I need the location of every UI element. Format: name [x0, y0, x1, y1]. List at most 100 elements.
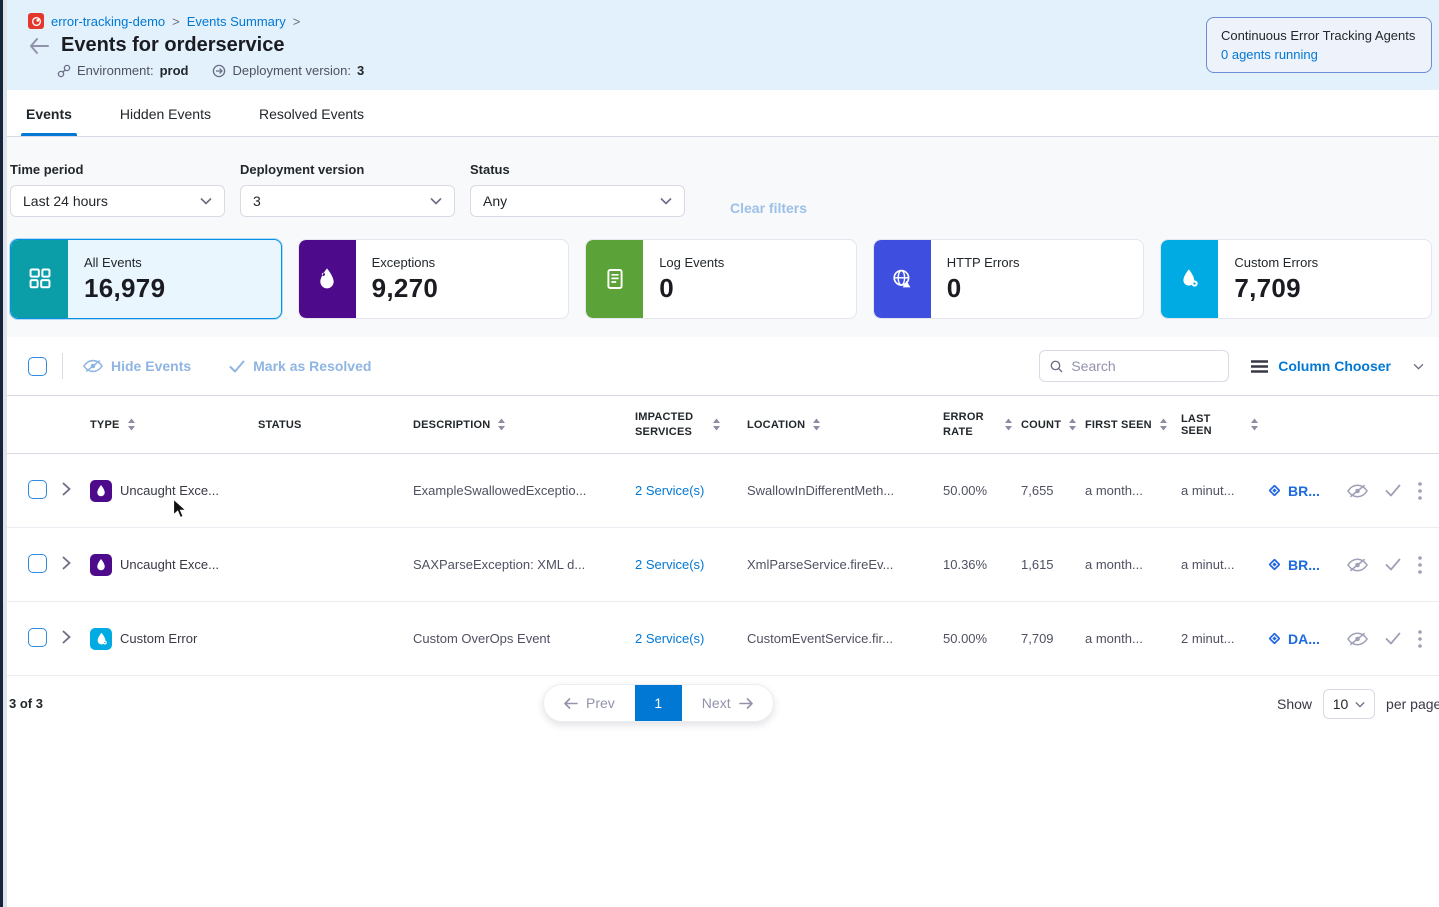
col-type: TYPE: [90, 419, 120, 431]
impacted-services-link[interactable]: 2 Service(s): [635, 557, 704, 572]
hide-event-icon[interactable]: [1347, 484, 1368, 498]
row-checkbox[interactable]: [28, 554, 47, 573]
event-count: 7,709: [1021, 631, 1085, 646]
mark-resolved-button[interactable]: Mark as Resolved: [229, 358, 371, 374]
events-page: error-tracking-demo > Events Summary > E…: [7, 0, 1439, 740]
event-description: SAXParseException: XML d...: [413, 557, 635, 572]
agents-running-link[interactable]: 0 agents running: [1221, 47, 1417, 62]
card-value: 7,709: [1234, 273, 1318, 304]
jira-ticket-icon: [1267, 483, 1282, 498]
resolve-event-icon[interactable]: [1385, 558, 1401, 571]
hide-event-icon[interactable]: [1347, 632, 1368, 646]
select-all-checkbox[interactable]: [28, 357, 47, 376]
column-chooser-label: Column Chooser: [1278, 358, 1391, 374]
sort-icon[interactable]: [712, 418, 721, 431]
row-menu-icon[interactable]: [1418, 556, 1422, 574]
event-type: Uncaught Exce...: [120, 557, 219, 572]
sort-icon[interactable]: [1004, 418, 1013, 431]
status-filter-value: Any: [483, 193, 507, 209]
resolve-event-icon[interactable]: [1385, 632, 1401, 645]
chevron-down-icon: [1355, 701, 1365, 708]
event-description: Custom OverOps Event: [413, 631, 635, 646]
hide-event-icon[interactable]: [1347, 558, 1368, 572]
expand-row-icon[interactable]: [62, 630, 71, 644]
event-count: 1,615: [1021, 557, 1085, 572]
impacted-services-link[interactable]: 2 Service(s): [635, 631, 704, 646]
environment-label: Environment:: [77, 63, 154, 78]
event-type: Uncaught Exce...: [120, 483, 219, 498]
row-menu-icon[interactable]: [1418, 630, 1422, 648]
col-count: COUNT: [1021, 419, 1061, 431]
card-log-events[interactable]: Log Events 0: [585, 239, 857, 319]
prev-page-button[interactable]: Prev: [544, 685, 635, 721]
sort-icon[interactable]: [1159, 418, 1168, 431]
error-rate: 50.00%: [943, 483, 1021, 498]
event-location: SwallowInDifferentMeth...: [747, 483, 943, 498]
hide-events-button[interactable]: Hide Events: [83, 358, 191, 374]
deployment-version-select[interactable]: 3: [240, 185, 455, 217]
ticket-link[interactable]: BR...: [1288, 557, 1320, 573]
search-box: [1039, 350, 1229, 382]
log-document-icon: [586, 240, 643, 318]
ticket-link[interactable]: BR...: [1288, 483, 1320, 499]
back-arrow-icon[interactable]: [29, 38, 49, 54]
breadcrumb-section-link[interactable]: Events Summary: [187, 14, 286, 29]
sort-icon[interactable]: [497, 418, 506, 431]
col-description: DESCRIPTION: [413, 419, 490, 431]
first-seen: a month...: [1085, 631, 1181, 646]
card-value: 9,270: [372, 273, 439, 304]
card-exceptions[interactable]: Exceptions 9,270: [298, 239, 570, 319]
tab-events[interactable]: Events: [24, 106, 74, 136]
next-page-button[interactable]: Next: [682, 685, 773, 721]
card-label: Custom Errors: [1234, 255, 1318, 270]
expand-row-icon[interactable]: [62, 482, 71, 496]
event-location: XmlParseService.fireEv...: [747, 557, 943, 572]
last-seen: a minut...: [1181, 557, 1267, 572]
ticket-link[interactable]: DA...: [1288, 631, 1320, 647]
card-custom-errors[interactable]: Custom Errors 7,709: [1160, 239, 1432, 319]
breadcrumb-project-link[interactable]: error-tracking-demo: [51, 14, 165, 29]
event-type: Custom Error: [120, 631, 197, 646]
sort-icon[interactable]: [812, 418, 821, 431]
time-period-select[interactable]: Last 24 hours: [10, 185, 225, 217]
card-label: HTTP Errors: [947, 255, 1020, 270]
per-page-label: per page: [1386, 696, 1439, 712]
search-input[interactable]: [1071, 358, 1218, 374]
tab-hidden-events[interactable]: Hidden Events: [118, 106, 213, 136]
next-label: Next: [702, 695, 731, 711]
hamburger-icon: [1251, 360, 1268, 373]
arrow-left-icon: [564, 698, 578, 709]
error-rate: 10.36%: [943, 557, 1021, 572]
resolve-event-icon[interactable]: [1385, 484, 1401, 497]
status-select[interactable]: Any: [470, 185, 685, 217]
row-menu-icon[interactable]: [1418, 482, 1422, 500]
row-checkbox[interactable]: [28, 480, 47, 499]
card-all-events[interactable]: All Events 16,979: [10, 239, 282, 319]
deployment-meta: Deployment version: 3: [212, 63, 364, 78]
search-icon: [1050, 359, 1063, 374]
page-header: error-tracking-demo > Events Summary > E…: [7, 0, 1439, 90]
sort-icon[interactable]: [1068, 418, 1077, 431]
page-size-control: Show 10 per page: [1277, 689, 1439, 719]
deployment-version-icon: [212, 64, 226, 78]
col-location: LOCATION: [747, 419, 805, 431]
error-tracking-module-icon: [28, 13, 44, 29]
tab-resolved-events[interactable]: Resolved Events: [257, 106, 366, 136]
deployment-version-filter-value: 3: [253, 193, 261, 209]
page-size-select[interactable]: 10: [1323, 689, 1375, 719]
impacted-services-link[interactable]: 2 Service(s): [635, 483, 704, 498]
expand-row-icon[interactable]: [62, 556, 71, 570]
col-impacted-services: IMPACTED SERVICES: [635, 410, 705, 440]
globe-error-icon: [874, 240, 931, 318]
breadcrumb-separator: >: [293, 14, 301, 29]
row-checkbox[interactable]: [28, 628, 47, 647]
clear-filters-button[interactable]: Clear filters: [730, 200, 807, 216]
column-chooser-button[interactable]: Column Chooser: [1251, 358, 1424, 374]
sort-icon[interactable]: [1250, 418, 1259, 431]
table-toolbar: Hide Events Mark as Resolved Column Choo…: [7, 337, 1439, 395]
sort-icon[interactable]: [127, 418, 136, 431]
card-label: Exceptions: [372, 255, 439, 270]
page-title: Events for orderservice: [61, 34, 284, 57]
current-page-button[interactable]: 1: [635, 685, 682, 721]
card-http-errors[interactable]: HTTP Errors 0: [873, 239, 1145, 319]
